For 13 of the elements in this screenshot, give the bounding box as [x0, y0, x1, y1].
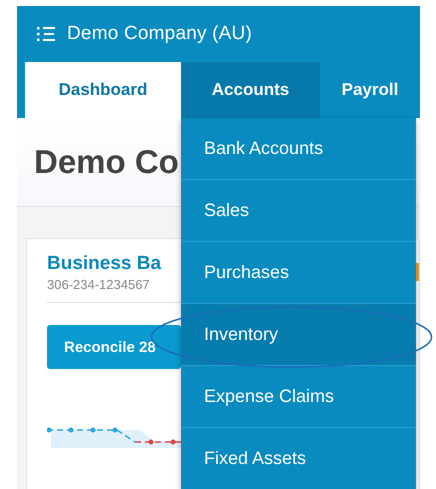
menu-item[interactable]: Sales [181, 180, 416, 242]
reconcile-button[interactable]: Reconcile 28 [47, 325, 181, 369]
menu-icon[interactable] [37, 27, 55, 41]
nav-tab[interactable]: Payroll [320, 62, 420, 118]
nav-tab[interactable]: Dashboard [25, 62, 181, 118]
menu-item[interactable]: Inventory [181, 304, 416, 366]
menu-item[interactable]: Fixed Assets [181, 428, 416, 489]
company-name[interactable]: Demo Company (AU) [67, 23, 252, 45]
account-title[interactable]: Business Ba [47, 253, 162, 275]
page-title: Demo Co [34, 143, 179, 181]
menu-item[interactable]: Expense Claims [181, 366, 416, 428]
nav-tab[interactable]: Accounts [181, 62, 320, 118]
menu-item[interactable]: Bank Accounts [181, 118, 416, 180]
